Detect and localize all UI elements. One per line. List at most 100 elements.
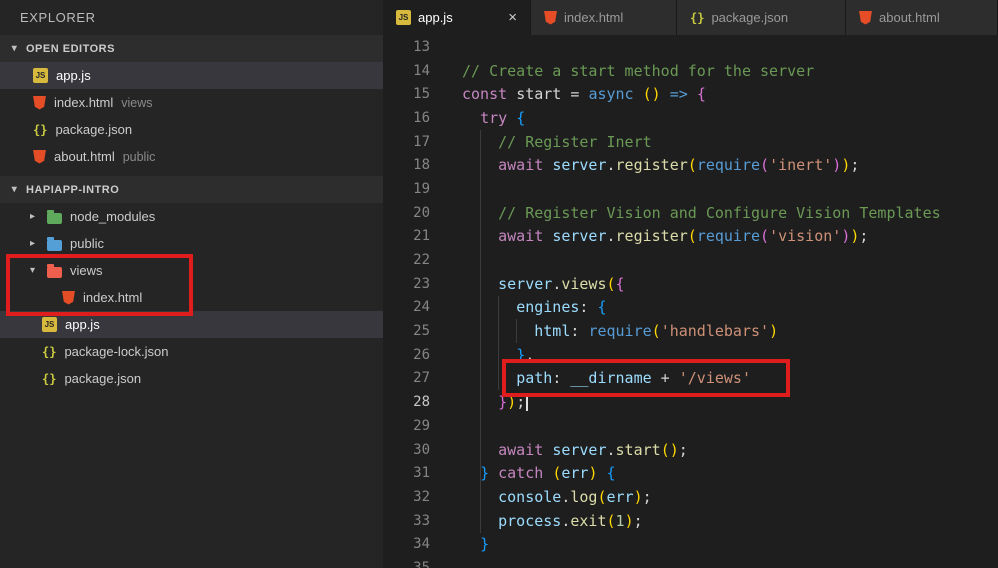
- file-name: app.js: [65, 317, 100, 332]
- code-line[interactable]: 13: [383, 35, 998, 59]
- tab-label: about.html: [879, 10, 940, 25]
- code-line[interactable]: 15 const start = async () => {: [383, 82, 998, 106]
- file-path-hint: public: [122, 149, 156, 164]
- tab-label: package.json: [711, 10, 789, 25]
- open-editor-item[interactable]: about.html public: [0, 143, 383, 170]
- file-tree: ▸ node_modules ▸ public ▾ views index.html JS ap…: [0, 203, 383, 392]
- close-icon[interactable]: ×: [508, 10, 517, 25]
- code-text: console.log(err);: [498, 487, 652, 506]
- file-name: package-lock.json: [64, 344, 169, 359]
- code-text: process.exit(1);: [498, 511, 643, 530]
- open-editor-item[interactable]: JS app.js: [0, 62, 383, 89]
- chevron-down-icon: ▾: [29, 265, 36, 276]
- file-path-hint: views: [121, 95, 153, 110]
- line-number: 35: [413, 559, 430, 568]
- code-line[interactable]: 31 } catch (err) {: [383, 461, 998, 485]
- line-number: 24: [413, 299, 430, 316]
- tree-folder-item[interactable]: ▸ node_modules: [0, 203, 383, 230]
- file-name: index.html: [83, 290, 143, 305]
- code-line[interactable]: 22: [383, 248, 998, 272]
- code-text: // Register Vision and Configure Vision …: [498, 203, 941, 222]
- code-text: // Register Inert: [498, 132, 652, 151]
- code-line[interactable]: 27 path: __dirname + '/views': [383, 367, 998, 391]
- text-cursor: [526, 394, 529, 412]
- js-file-icon: JS: [396, 10, 411, 25]
- line-number: 25: [413, 323, 430, 340]
- open-editors-header[interactable]: ▾ OPEN EDITORS: [0, 35, 383, 62]
- line-number: 28: [413, 394, 430, 411]
- file-name: package.json: [64, 371, 142, 386]
- code-line[interactable]: 28 });: [383, 390, 998, 414]
- line-number: 30: [413, 441, 430, 458]
- code-line[interactable]: 26 },: [383, 343, 998, 367]
- project-folder-label: HAPIAPP-INTRO: [26, 183, 120, 196]
- tree-file-item[interactable]: {} package.json: [0, 365, 383, 392]
- json-file-icon: {}: [42, 344, 57, 359]
- code-line[interactable]: 32 console.log(err);: [383, 485, 998, 509]
- tab-about-html[interactable]: about.html: [846, 0, 998, 35]
- open-editors-list: JS app.js index.html views {} package.json abo…: [0, 62, 383, 170]
- code-text: engines: {: [516, 298, 607, 317]
- code-line[interactable]: 18 await server.register(require('inert'…: [383, 153, 998, 177]
- tab-index-html[interactable]: index.html: [531, 0, 677, 35]
- line-number: 16: [413, 109, 430, 126]
- project-folder-header[interactable]: ▾ HAPIAPP-INTRO: [0, 176, 383, 203]
- code-text: path: __dirname + '/views': [516, 369, 751, 388]
- file-name: about.html: [54, 149, 115, 164]
- line-number: 21: [413, 228, 430, 245]
- tree-file-item[interactable]: {} package-lock.json: [0, 338, 383, 365]
- line-number: 29: [413, 417, 430, 434]
- file-name: app.js: [56, 68, 91, 83]
- code-line[interactable]: 25 html: require('handlebars'): [383, 319, 998, 343]
- html-file-icon: [62, 290, 75, 305]
- code-line[interactable]: 17 // Register Inert: [383, 130, 998, 154]
- code-line[interactable]: 23 server.views({: [383, 272, 998, 296]
- code-line[interactable]: 33 process.exit(1);: [383, 509, 998, 533]
- code-text: html: require('handlebars'): [534, 322, 779, 341]
- code-line[interactable]: 14 // Create a start method for the serve…: [383, 59, 998, 83]
- code-line[interactable]: 19: [383, 177, 998, 201]
- vscode-window: EXPLORER ▾ OPEN EDITORS JS app.js index.ht…: [0, 0, 998, 568]
- open-editor-item[interactable]: {} package.json: [0, 116, 383, 143]
- line-number: 27: [413, 370, 430, 387]
- explorer-title: EXPLORER: [20, 10, 96, 25]
- code-editor[interactable]: 13 14 // Create a start method for the ser…: [383, 35, 998, 568]
- line-number: 32: [413, 488, 430, 505]
- line-number: 20: [413, 204, 430, 221]
- tree-folder-item[interactable]: ▾ views: [0, 257, 383, 284]
- line-number: 15: [413, 86, 430, 103]
- chevron-down-icon: ▾: [11, 184, 18, 195]
- line-number: 33: [413, 512, 430, 529]
- code-text: } catch (err) {: [480, 464, 616, 483]
- code-line[interactable]: 35: [383, 556, 998, 568]
- line-number: 19: [413, 180, 430, 197]
- tab-bar: JS app.js × index.html {} package.json about.h…: [383, 0, 998, 35]
- tab-app-js[interactable]: JS app.js ×: [383, 0, 531, 35]
- chevron-down-icon: ▾: [11, 43, 18, 54]
- code-text: }: [480, 535, 490, 554]
- code-text: await server.register(require('vision'))…: [498, 227, 869, 246]
- code-line[interactable]: 21 await server.register(require('vision…: [383, 225, 998, 249]
- explorer-sidebar: EXPLORER ▾ OPEN EDITORS JS app.js index.ht…: [0, 0, 383, 568]
- html-file-icon: [544, 10, 557, 25]
- tab-package-json[interactable]: {} package.json: [677, 0, 846, 35]
- folder-icon: [47, 236, 62, 251]
- tree-file-item[interactable]: JS app.js: [0, 311, 383, 338]
- tree-file-item[interactable]: index.html: [0, 284, 383, 311]
- folder-icon: [47, 263, 62, 278]
- folder-icon: [47, 209, 62, 224]
- code-line[interactable]: 24 engines: {: [383, 296, 998, 320]
- code-text: },: [516, 345, 535, 364]
- open-editors-label: OPEN EDITORS: [26, 42, 115, 55]
- code-line[interactable]: 30 await server.start();: [383, 438, 998, 462]
- tree-folder-item[interactable]: ▸ public: [0, 230, 383, 257]
- code-line[interactable]: 29: [383, 414, 998, 438]
- code-text: await server.start();: [498, 440, 688, 459]
- json-file-icon: {}: [42, 371, 57, 386]
- open-editor-item[interactable]: index.html views: [0, 89, 383, 116]
- code-text: });: [430, 393, 529, 412]
- line-number: 31: [413, 465, 430, 482]
- code-line[interactable]: 34 }: [383, 532, 998, 556]
- code-line[interactable]: 20 // Register Vision and Configure Visi…: [383, 201, 998, 225]
- code-line[interactable]: 16 try {: [383, 106, 998, 130]
